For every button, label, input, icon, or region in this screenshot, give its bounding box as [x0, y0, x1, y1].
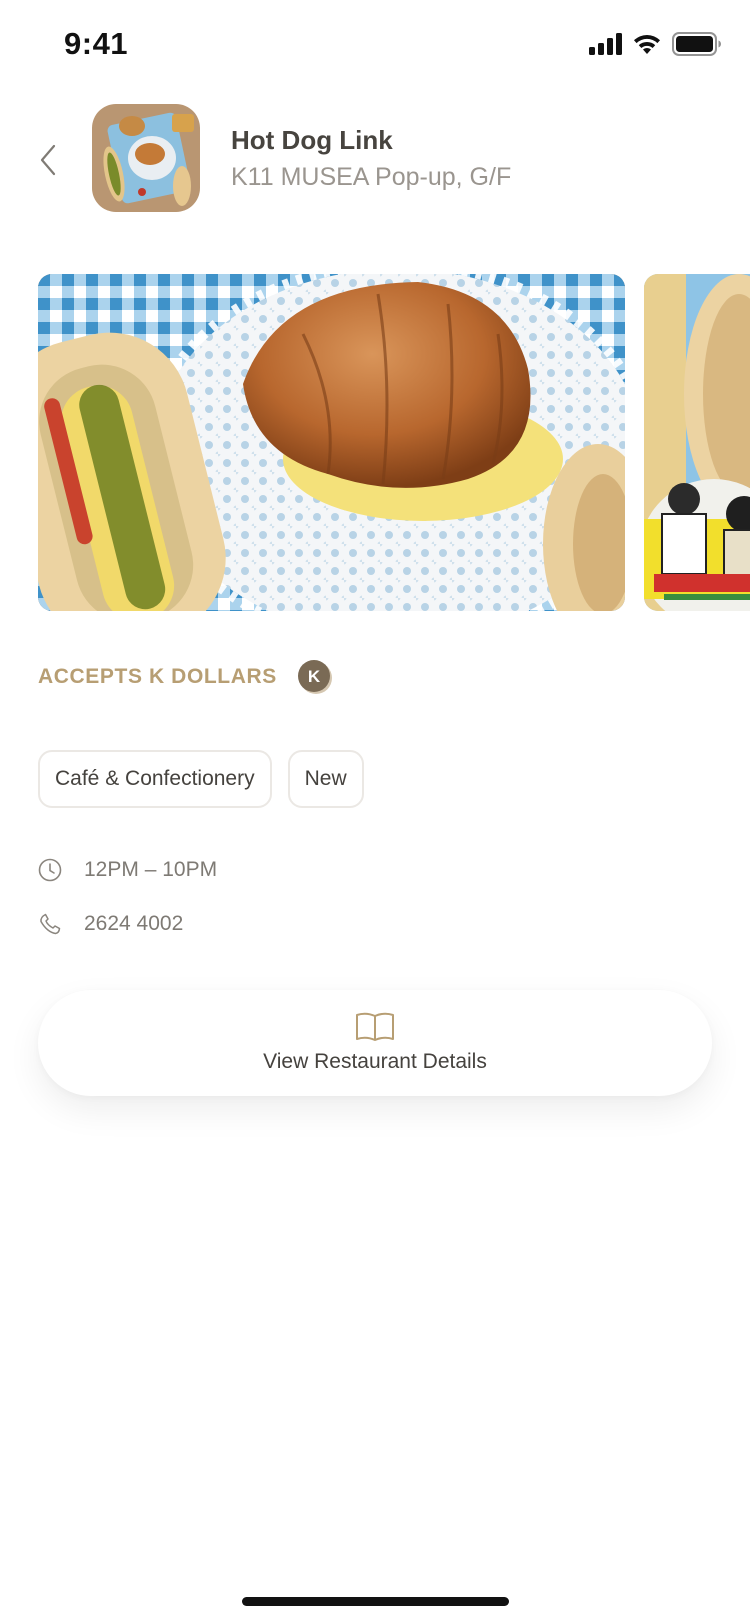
phone-icon — [38, 912, 62, 936]
restaurant-name: Hot Dog Link — [231, 125, 393, 155]
clock-icon — [38, 858, 62, 882]
k-dollar-badge-icon: K — [297, 658, 333, 696]
k-badge-letter: K — [308, 667, 321, 686]
wifi-icon — [634, 35, 660, 54]
croissant-photo[interactable] — [38, 274, 625, 611]
battery-icon — [672, 32, 721, 56]
status-bar: 9:41 — [0, 0, 750, 94]
phone-number[interactable]: 2624 4002 — [38, 912, 183, 936]
status-time: 9:41 — [64, 26, 129, 61]
tag-list: Café & Confectionery New — [38, 750, 364, 808]
tag-new[interactable]: New — [287, 750, 364, 808]
cellular-signal-icon — [589, 33, 622, 55]
book-icon — [356, 1012, 394, 1041]
back-button[interactable] — [30, 138, 66, 182]
status-icons — [589, 32, 722, 56]
home-indicator[interactable] — [242, 1597, 509, 1606]
tag-cafe-confectionery[interactable]: Café & Confectionery — [38, 750, 272, 808]
accepts-k-dollars: ACCEPTS K DOLLARS K — [38, 658, 333, 696]
restaurant-location: K11 MUSEA Pop-up, G/F — [231, 163, 512, 191]
hours-text: 12PM – 10PM — [84, 858, 218, 881]
details-label: View Restaurant Details — [263, 1050, 487, 1073]
restaurant-avatar — [92, 104, 200, 212]
opening-hours: 12PM – 10PM — [38, 858, 217, 882]
accepts-label: ACCEPTS K DOLLARS — [38, 665, 277, 688]
phone-text[interactable]: 2624 4002 — [84, 912, 183, 936]
chevron-left-icon — [40, 144, 56, 176]
photo-gallery[interactable] — [0, 274, 750, 611]
hotdog-logo-photo[interactable] — [644, 274, 750, 611]
view-restaurant-details-button[interactable]: View Restaurant Details — [38, 990, 712, 1096]
